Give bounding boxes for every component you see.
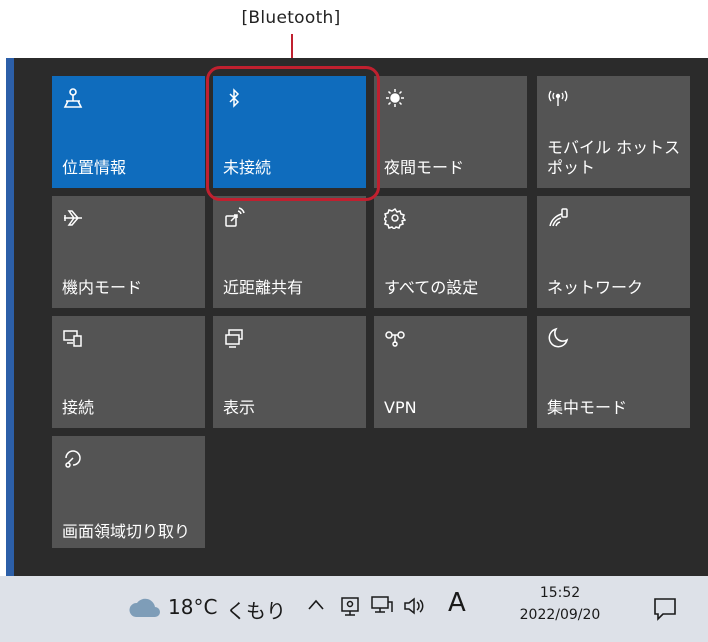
tile-label: すべての設定 (384, 278, 479, 297)
tile-label: ネットワーク (547, 278, 644, 297)
project-display-icon (222, 326, 246, 350)
tile-label: 機内モード (62, 278, 143, 297)
tile-night-light[interactable]: 夜間モード (374, 76, 527, 188)
location-icon (61, 86, 85, 110)
vpn-icon (383, 326, 407, 350)
tile-label: VPN (384, 398, 417, 417)
snip-icon (61, 446, 85, 470)
connect-icon (61, 326, 85, 350)
callout-label: [Bluetooth] (241, 8, 341, 28)
tile-label: 接続 (62, 398, 95, 417)
bluetooth-highlight-ring (206, 66, 380, 201)
network-status-icon[interactable] (370, 595, 394, 621)
weather-condition: くもり (226, 599, 286, 623)
tile-label: 集中モード (547, 398, 628, 417)
tile-airplane-mode[interactable]: 機内モード (52, 196, 205, 308)
tile-label: 画面領域切り取り (62, 522, 191, 541)
tile-focus-assist[interactable]: 集中モード (537, 316, 690, 428)
weather-temperature: 18°C (168, 595, 218, 619)
tile-label: 近距離共有 (223, 278, 304, 297)
panel-accent-bar (6, 58, 14, 576)
focus-moon-icon (546, 326, 570, 350)
volume-icon[interactable] (402, 595, 426, 621)
tile-mobile-hotspot[interactable]: モバイル ホットスポット (537, 76, 690, 188)
tile-label: 表示 (223, 398, 256, 417)
show-hidden-icons-chevron-icon[interactable] (306, 595, 326, 619)
clock-date: 2022/09/20 (519, 607, 601, 623)
taskbar: 18°C くもり A 15:52 2022/09/20 (0, 576, 708, 642)
tile-snip[interactable]: 画面領域切り取り (52, 436, 205, 548)
tile-nearby-share[interactable]: 近距離共有 (213, 196, 366, 308)
ime-mode-indicator[interactable]: A (448, 588, 466, 618)
nearby-share-icon (222, 206, 246, 230)
night-light-icon (383, 86, 407, 110)
network-icon (546, 206, 570, 230)
weather-widget[interactable]: 18°C くもり (128, 592, 293, 626)
cloud-icon (128, 598, 162, 622)
mobile-hotspot-icon (546, 86, 570, 110)
tile-network[interactable]: ネットワーク (537, 196, 690, 308)
settings-gear-icon (383, 206, 407, 230)
tile-label: 位置情報 (62, 158, 127, 177)
clock-time: 15:52 (539, 585, 581, 601)
system-clock[interactable]: 15:52 2022/09/20 (510, 582, 610, 626)
tile-all-settings[interactable]: すべての設定 (374, 196, 527, 308)
tile-project[interactable]: 表示 (213, 316, 366, 428)
tile-connect[interactable]: 接続 (52, 316, 205, 428)
tile-location[interactable]: 位置情報 (52, 76, 205, 188)
webcam-privacy-icon[interactable] (339, 594, 361, 622)
tile-vpn[interactable]: VPN (374, 316, 527, 428)
tile-label: モバイル ホットスポット (547, 138, 681, 177)
airplane-icon (61, 206, 85, 230)
notification-center-button[interactable] (650, 594, 680, 624)
tile-label: 夜間モード (384, 158, 465, 177)
